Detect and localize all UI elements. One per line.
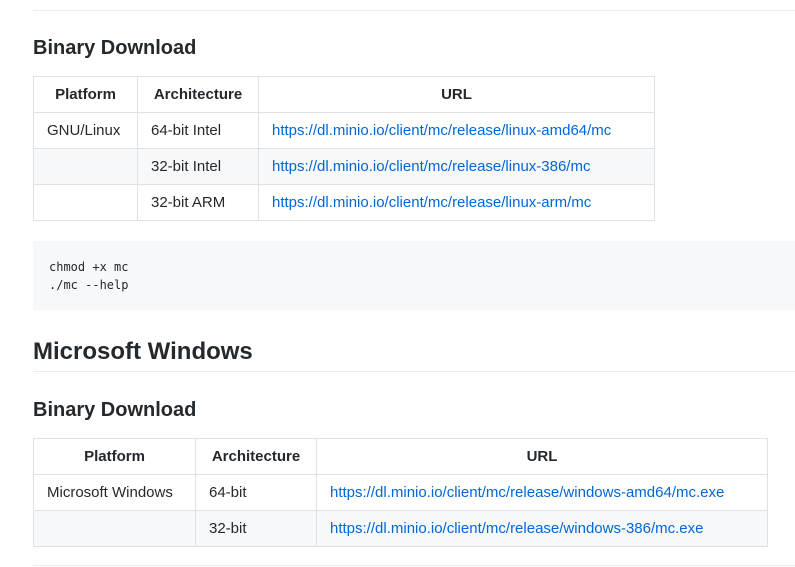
url-cell: https://dl.minio.io/client/mc/release/li…: [258, 184, 655, 221]
code-block: chmod +x mc ./mc --help: [33, 241, 795, 310]
platform-cell: [33, 184, 138, 221]
table-row: 32-bit ARM https://dl.minio.io/client/mc…: [33, 184, 655, 221]
platform-cell: GNU/Linux: [33, 112, 138, 149]
url-cell: https://dl.minio.io/client/mc/release/wi…: [316, 510, 768, 547]
table-row: GNU/Linux 64-bit Intel https://dl.minio.…: [33, 112, 655, 149]
table-header-row: Platform Architecture URL: [33, 76, 655, 113]
heading-underline: [33, 371, 795, 372]
section-divider: [33, 565, 795, 566]
code-line: chmod +x mc: [49, 260, 129, 274]
table-header-row: Platform Architecture URL: [33, 438, 768, 475]
table-row: Microsoft Windows 64-bit https://dl.mini…: [33, 474, 768, 511]
linux-download-table: Platform Architecture URL GNU/Linux 64-b…: [33, 76, 655, 221]
windows-section-heading: Microsoft Windows: [33, 338, 253, 365]
platform-cell: [33, 148, 138, 185]
linux-binary-download-heading: Binary Download: [33, 37, 197, 59]
table-row: 32-bit Intel https://dl.minio.io/client/…: [33, 148, 655, 185]
linux-arm-download-link[interactable]: https://dl.minio.io/client/mc/release/li…: [272, 194, 591, 211]
platform-cell: [33, 510, 196, 547]
linux-amd64-download-link[interactable]: https://dl.minio.io/client/mc/release/li…: [272, 122, 611, 139]
architecture-column-header: Architecture: [195, 438, 317, 475]
platform-column-header: Platform: [33, 438, 196, 475]
platform-cell: Microsoft Windows: [33, 474, 196, 511]
readme-content: Binary Download Platform Architecture UR…: [33, 0, 795, 567]
linux-386-download-link[interactable]: https://dl.minio.io/client/mc/release/li…: [272, 158, 590, 175]
architecture-column-header: Architecture: [137, 76, 259, 113]
architecture-cell: 32-bit Intel: [137, 148, 259, 185]
url-cell: https://dl.minio.io/client/mc/release/li…: [258, 112, 655, 149]
code-line: ./mc --help: [49, 278, 129, 292]
platform-column-header: Platform: [33, 76, 138, 113]
table-row: 32-bit https://dl.minio.io/client/mc/rel…: [33, 510, 768, 547]
architecture-cell: 64-bit: [195, 474, 317, 511]
windows-amd64-download-link[interactable]: https://dl.minio.io/client/mc/release/wi…: [330, 484, 724, 501]
windows-binary-download-heading: Binary Download: [33, 399, 197, 421]
url-column-header: URL: [258, 76, 655, 113]
windows-386-download-link[interactable]: https://dl.minio.io/client/mc/release/wi…: [330, 520, 704, 537]
url-column-header: URL: [316, 438, 768, 475]
url-cell: https://dl.minio.io/client/mc/release/li…: [258, 148, 655, 185]
section-divider: [33, 10, 795, 11]
windows-download-table: Platform Architecture URL Microsoft Wind…: [33, 438, 768, 547]
architecture-cell: 32-bit: [195, 510, 317, 547]
url-cell: https://dl.minio.io/client/mc/release/wi…: [316, 474, 768, 511]
architecture-cell: 32-bit ARM: [137, 184, 259, 221]
architecture-cell: 64-bit Intel: [137, 112, 259, 149]
